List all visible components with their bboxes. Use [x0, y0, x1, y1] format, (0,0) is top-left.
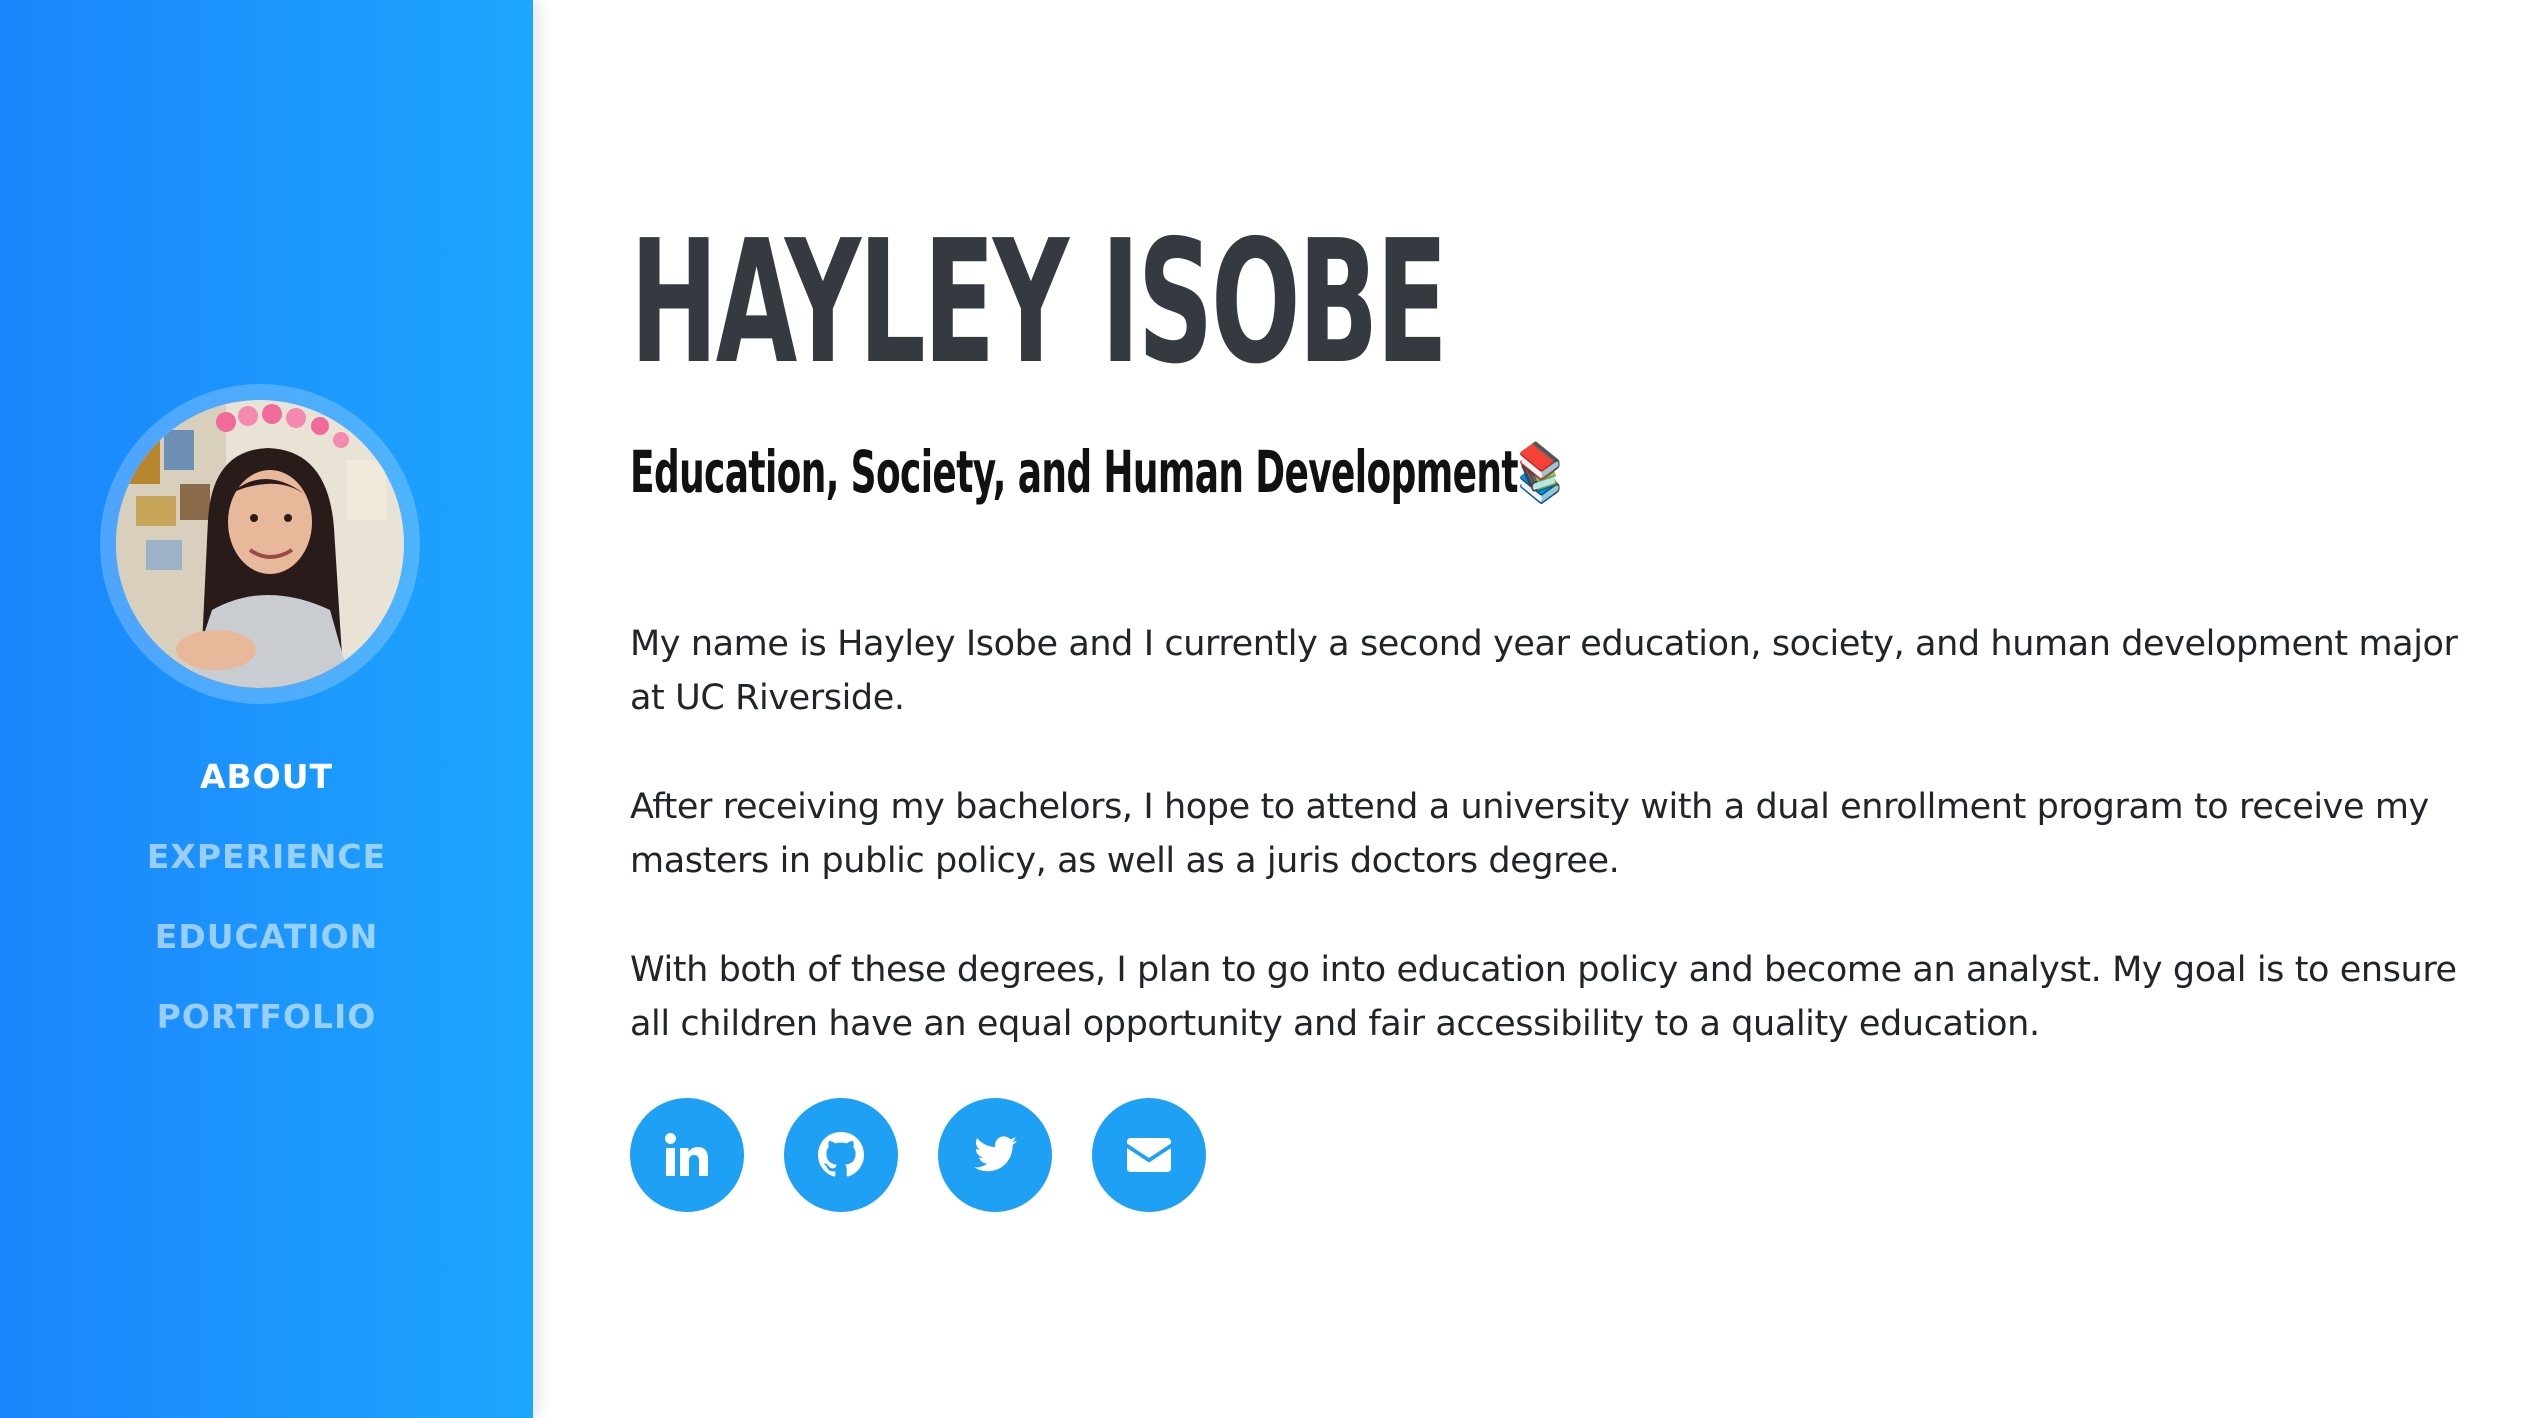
github-button[interactable] — [784, 1098, 898, 1212]
profile-photo — [116, 400, 404, 688]
github-icon — [818, 1132, 864, 1177]
nav-item-about[interactable]: ABOUT — [0, 752, 533, 832]
nav-item-education[interactable]: EDUCATION — [0, 912, 533, 992]
twitter-icon — [974, 1136, 1017, 1172]
sidebar-nav: ABOUT EXPERIENCE EDUCATION PORTFOLIO — [0, 752, 533, 1072]
email-button[interactable] — [1092, 1098, 1206, 1212]
page-title: HAYLEY ISOBE — [630, 204, 1448, 402]
avatar — [116, 400, 404, 688]
social-links — [630, 1098, 1206, 1212]
sidebar: ABOUT EXPERIENCE EDUCATION PORTFOLIO — [0, 0, 533, 1418]
about-paragraph-3: With both of these degrees, I plan to go… — [630, 950, 2457, 1044]
avatar-ring — [100, 384, 420, 704]
linkedin-button[interactable] — [630, 1098, 744, 1212]
envelope-icon — [1127, 1138, 1171, 1172]
linkedin-icon — [665, 1133, 708, 1176]
books-icon: 📚 — [1517, 438, 1563, 506]
nav-item-experience[interactable]: EXPERIENCE — [0, 832, 533, 912]
twitter-button[interactable] — [938, 1098, 1052, 1212]
subtitle: Education, Society, and Human Developmen… — [630, 432, 1563, 512]
subtitle-text: Education, Society, and Human Developmen… — [630, 438, 1519, 506]
nav-item-portfolio[interactable]: PORTFOLIO — [0, 992, 533, 1072]
about-paragraph-2: After receiving my bachelors, I hope to … — [630, 787, 2429, 881]
about-paragraph-1: My name is Hayley Isobe and I currently … — [630, 624, 2458, 718]
